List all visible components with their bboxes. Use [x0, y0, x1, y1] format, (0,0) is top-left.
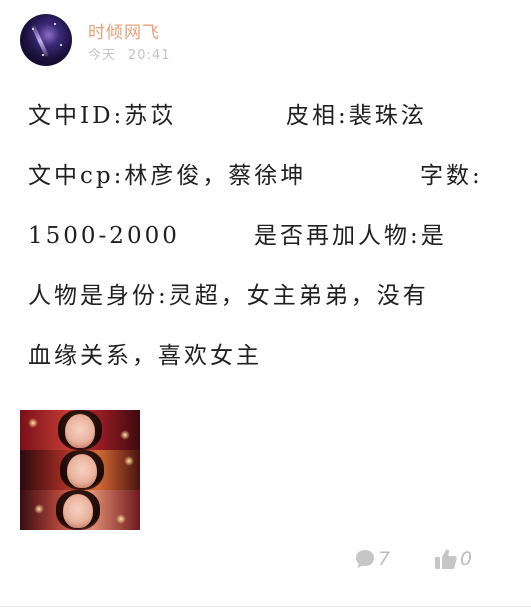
avatar-star: [32, 28, 34, 30]
post-page: 时倾网飞 今天 20:41 文中ID:苏苡 皮相:裴珠泫 文中cp:林彦俊，蔡徐坤…: [0, 0, 531, 613]
post-line: 文中ID:苏苡 皮相:裴珠泫: [28, 96, 508, 156]
post-line-text: 是否再加人物:是: [254, 223, 447, 249]
post-timestamp: 今天 20:41: [88, 44, 182, 63]
thumbs-up-icon: [435, 549, 457, 569]
post-line-text: 1500-2000: [28, 223, 180, 249]
comment-count: 7: [378, 548, 391, 570]
avatar-star: [54, 23, 56, 25]
photo-subject-face: [63, 494, 93, 528]
photo-thumbnail: [20, 450, 140, 490]
photo-thumbnail: [20, 410, 140, 450]
post-line: 血缘关系，喜欢女主: [28, 336, 508, 396]
post-line-text: 字数:: [420, 163, 483, 189]
like-count: 0: [460, 548, 473, 570]
post-line-text: 人物是身份:灵超，女主弟弟，没有: [28, 283, 429, 309]
avatar-star: [60, 44, 62, 46]
photo-light: [28, 418, 38, 428]
post-line-text: 血缘关系，喜欢女主: [28, 343, 262, 369]
post-line-text: 文中cp:林彦俊，蔡徐坤: [28, 163, 307, 189]
post-line: 人物是身份:灵超，女主弟弟，没有: [28, 276, 508, 336]
post-image[interactable]: [20, 410, 140, 530]
post-line-text: 文中ID:苏苡: [28, 103, 177, 129]
photo-thumbnail: [20, 490, 140, 530]
post-line: 文中cp:林彦俊，蔡徐坤 字数:: [28, 156, 508, 216]
like-button[interactable]: 0: [434, 546, 472, 572]
photo-light: [116, 514, 126, 524]
avatar[interactable]: [20, 14, 72, 66]
photo-light: [120, 430, 130, 440]
timestamp-day: 今天: [88, 48, 117, 63]
avatar-star: [42, 54, 44, 56]
post-body: 文中ID:苏苡 皮相:裴珠泫 文中cp:林彦俊，蔡徐坤 字数: 1500-200…: [28, 96, 508, 396]
divider: [0, 606, 531, 607]
author-name[interactable]: 时倾网飞: [88, 18, 160, 43]
photo-subject-face: [67, 454, 97, 488]
photo-subject-face: [65, 414, 95, 448]
photo-light: [34, 504, 44, 514]
comment-button[interactable]: 7: [354, 546, 390, 572]
timestamp-clock: 20:41: [128, 48, 171, 63]
post-line-text: 皮相:裴珠泫: [286, 103, 427, 129]
comment-bubble-icon: [356, 550, 374, 568]
post-line: 1500-2000 是否再加人物:是: [28, 216, 508, 276]
photo-light: [124, 456, 134, 466]
